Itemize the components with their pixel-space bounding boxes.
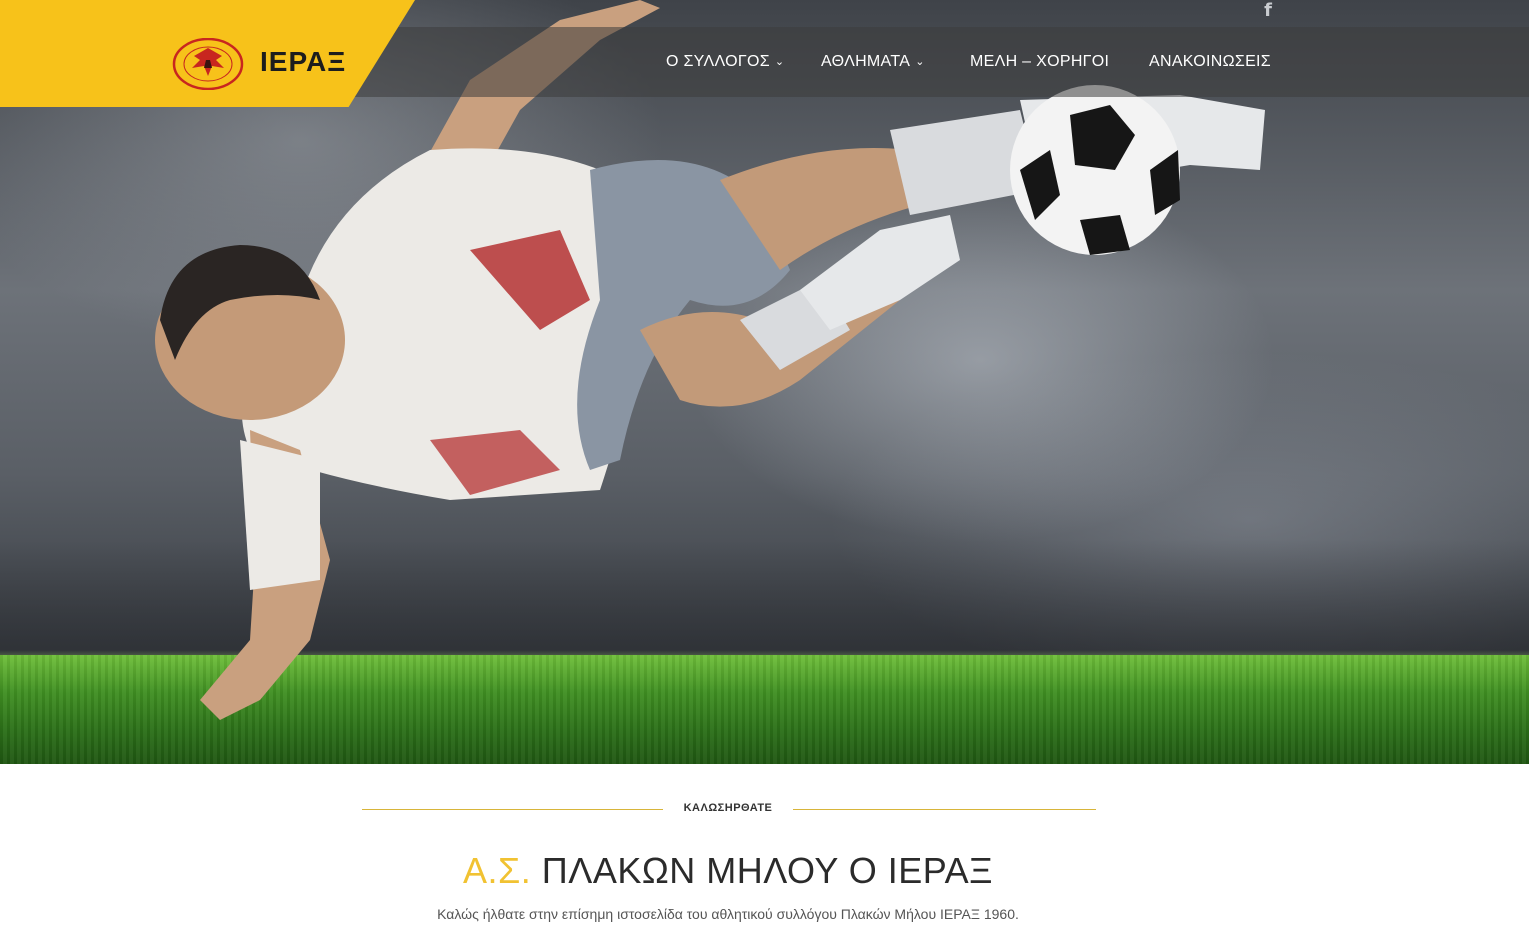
chevron-down-icon: ⌄	[774, 55, 785, 68]
hero-banner: ΙΕΡΑΞ f Ο ΣΥΛΛΟΓΟΣ ⌄ ΑΘΛΗΜΑΤΑ ⌄ ΜΕΛΗ – ΧΟΡ…	[0, 0, 1529, 764]
section-divider-left	[362, 809, 663, 810]
nav-item-anakoinoseis[interactable]: ΑΝΑΚΟΙΝΩΣΕΙΣ	[1149, 27, 1271, 97]
nav-item-label: ΜΕΛΗ – ΧΟΡΗΓΟΙ	[970, 53, 1110, 70]
page-title-main: ΠΛΑΚΩΝ ΜΗΛΟΥ Ο ΙΕΡΑΞ	[541, 850, 994, 891]
page-title: Α.Σ. ΠΛΑΚΩΝ ΜΗΛΟΥ Ο ΙΕΡΑΞ	[0, 850, 1456, 892]
nav-item-athlimata[interactable]: ΑΘΛΗΜΑΤΑ ⌄	[821, 27, 925, 97]
nav-item-label: ΑΝΑΚΟΙΝΩΣΕΙΣ	[1149, 53, 1271, 70]
facebook-icon[interactable]: f	[1260, 1, 1276, 21]
main-navigation: Ο ΣΥΛΛΟΓΟΣ ⌄ ΑΘΛΗΜΑΤΑ ⌄ ΜΕΛΗ – ΧΟΡΗΓΟΙ ΑΝΑ…	[0, 27, 1529, 97]
section-divider-right	[793, 809, 1096, 810]
hero-player-image	[155, 0, 1265, 720]
nav-item-label: Ο ΣΥΛΛΟΓΟΣ	[666, 53, 770, 70]
nav-item-meli-xorigoi[interactable]: ΜΕΛΗ – ΧΟΡΗΓΟΙ	[970, 27, 1109, 97]
chevron-down-icon: ⌄	[915, 55, 925, 68]
section-eyebrow: ΚΑΛΩΣΗΡΘΑΤΕ	[683, 802, 773, 814]
welcome-text: Καλώς ήλθατε στην επίσημη ιστοσελίδα του…	[437, 906, 1019, 922]
nav-item-o-syllogos[interactable]: Ο ΣΥΛΛΟΓΟΣ ⌄	[666, 27, 784, 97]
page-title-accent: Α.Σ.	[462, 850, 532, 891]
nav-item-label: ΑΘΛΗΜΑΤΑ	[821, 53, 911, 70]
